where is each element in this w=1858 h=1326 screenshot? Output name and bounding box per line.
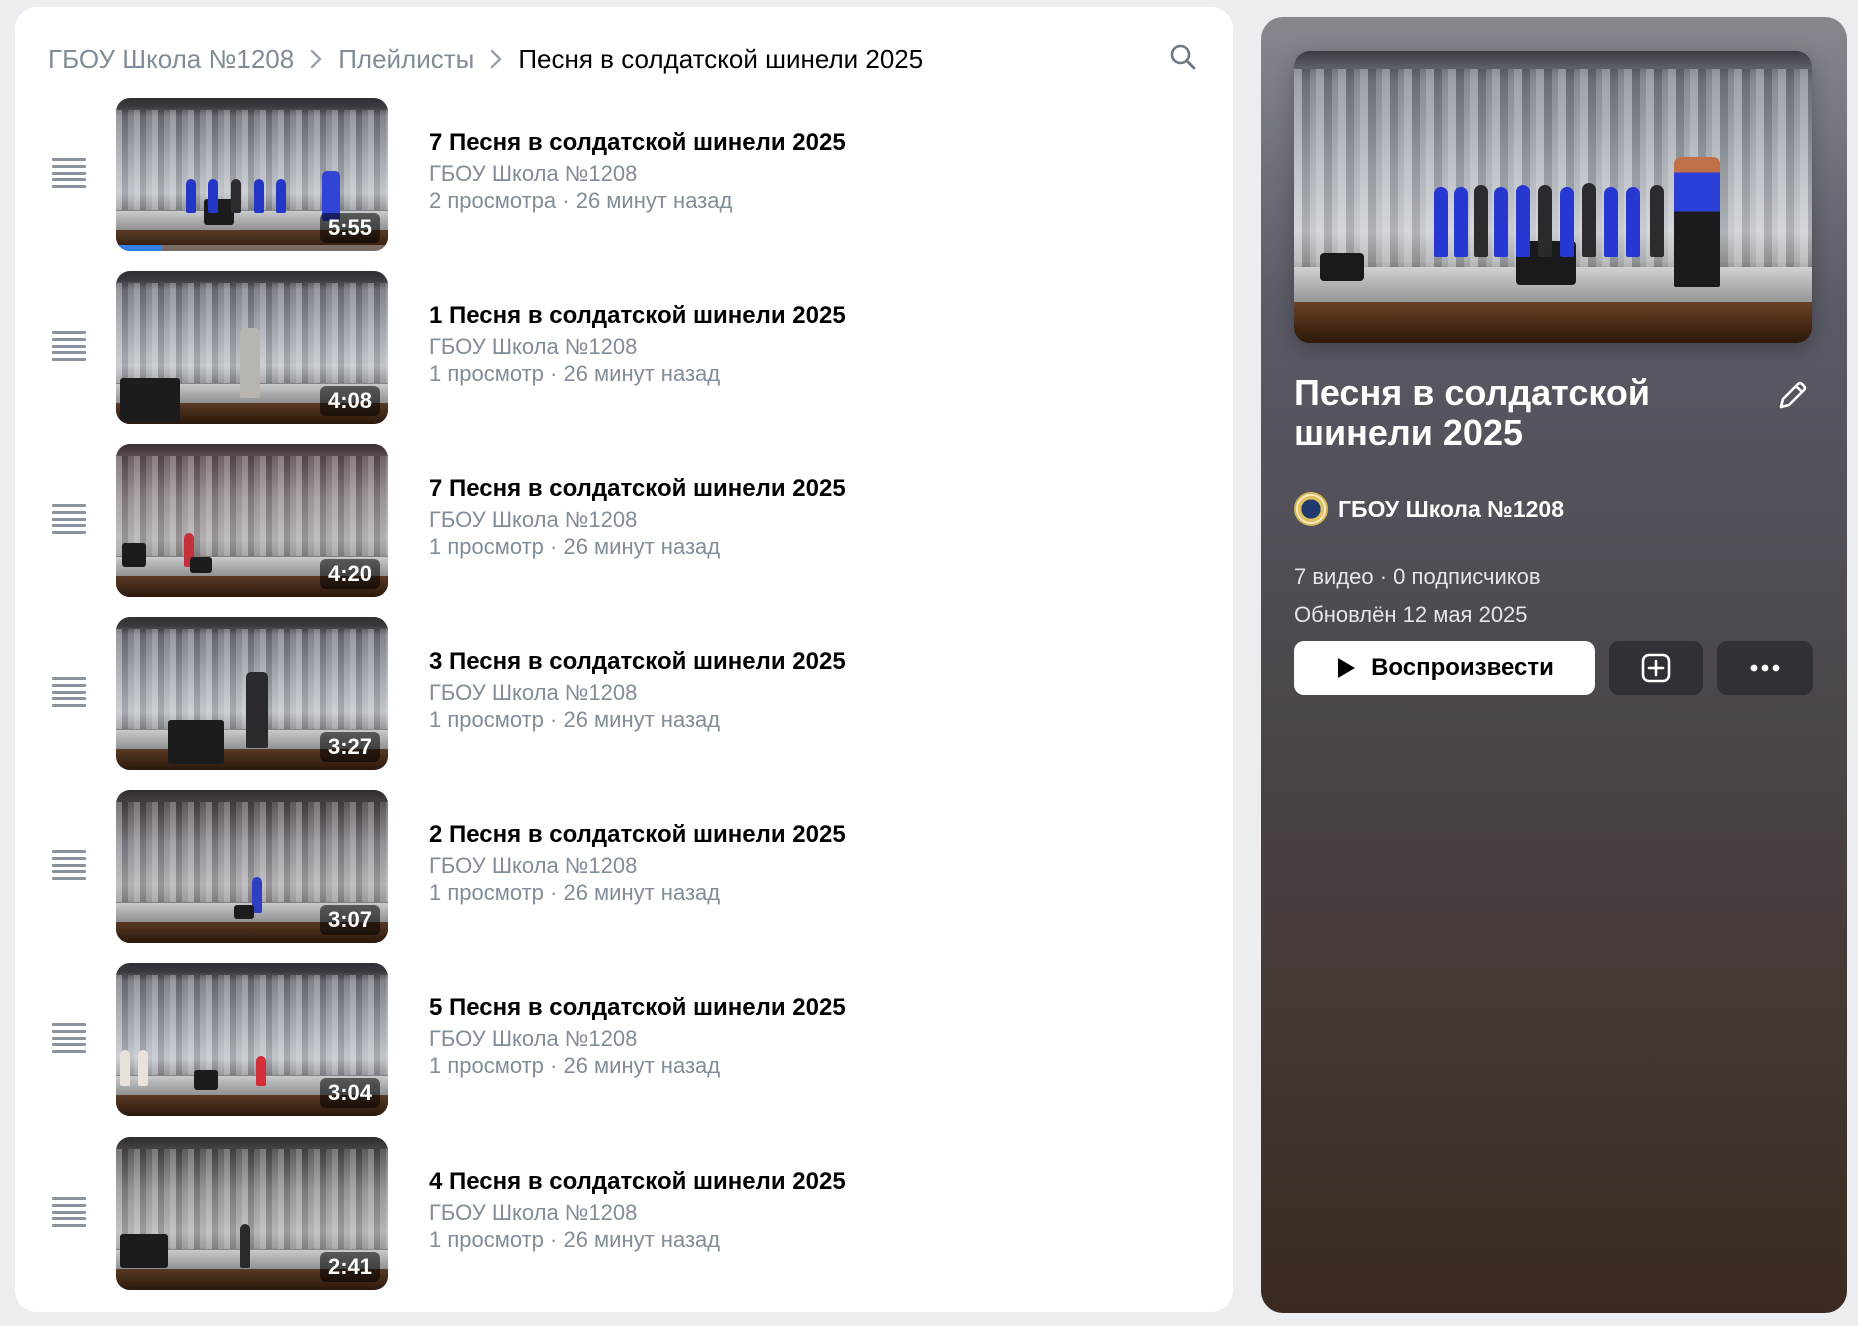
- play-button[interactable]: Воспроизвести: [1294, 641, 1595, 695]
- video-duration: 3:27: [319, 732, 380, 762]
- playlist-counts: 7 видео · 0 подписчиков: [1294, 564, 1541, 589]
- video-title[interactable]: 4 Песня в солдатской шинели 2025: [429, 1165, 846, 1199]
- playlist-owner[interactable]: ГБОУ Школа №1208: [1294, 491, 1564, 527]
- playlist-stats: 7 видео · 0 подписчиков Обновлён 12 мая …: [1294, 558, 1541, 634]
- breadcrumb-current: Песня в солдатской шинели 2025: [518, 43, 924, 74]
- video-stats: 1 просмотр · 26 минут назад: [429, 361, 721, 386]
- video-channel[interactable]: ГБОУ Школа №1208: [429, 333, 846, 361]
- drag-handle-icon[interactable]: [52, 1023, 86, 1053]
- video-title[interactable]: 3 Песня в солдатской шинели 2025: [429, 645, 846, 679]
- video-channel[interactable]: ГБОУ Школа №1208: [429, 679, 846, 707]
- add-to-library-button[interactable]: [1609, 641, 1703, 695]
- avatar: [1294, 492, 1328, 526]
- video-row[interactable]: 3:04 5 Песня в солдатской шинели 2025 ГБ…: [15, 963, 1233, 1116]
- video-title[interactable]: 7 Песня в солдатской шинели 2025: [429, 472, 846, 506]
- pencil-icon: [1779, 381, 1807, 409]
- watch-progress-bar: [116, 245, 163, 251]
- breadcrumb-channel[interactable]: ГБОУ Школа №1208: [48, 44, 294, 75]
- video-thumbnail[interactable]: 5:55: [116, 98, 388, 251]
- video-stats: 1 просмотр · 26 минут назад: [429, 534, 721, 559]
- video-thumbnail[interactable]: 4:20: [116, 444, 388, 597]
- breadcrumb: ГБОУ Школа №1208 Плейлисты Песня в солда…: [48, 41, 923, 77]
- video-channel[interactable]: ГБОУ Школа №1208: [429, 1199, 846, 1227]
- play-icon: [1338, 658, 1356, 678]
- drag-handle-icon[interactable]: [52, 331, 86, 361]
- video-title[interactable]: 2 Песня в солдатской шинели 2025: [429, 818, 846, 852]
- video-channel[interactable]: ГБОУ Школа №1208: [429, 506, 846, 534]
- video-row[interactable]: 5:55 7 Песня в солдатской шинели 2025 ГБ…: [15, 98, 1233, 251]
- playlist-title: Песня в солдатской шинели 2025: [1294, 372, 1651, 453]
- video-channel[interactable]: ГБОУ Школа №1208: [429, 160, 846, 188]
- owner-name[interactable]: ГБОУ Школа №1208: [1338, 496, 1564, 523]
- video-duration: 3:07: [319, 905, 380, 935]
- video-thumbnail[interactable]: 3:27: [116, 617, 388, 770]
- video-thumbnail[interactable]: 3:07: [116, 790, 388, 943]
- playlist-info-panel: Песня в солдатской шинели 2025 ГБОУ Школ…: [1261, 17, 1847, 1313]
- playlist-videos-panel: ГБОУ Школа №1208 Плейлисты Песня в солда…: [15, 7, 1233, 1312]
- video-row[interactable]: 2:41 4 Песня в солдатской шинели 2025 ГБ…: [15, 1137, 1233, 1290]
- video-duration: 3:04: [319, 1078, 380, 1108]
- chevron-right-icon: [294, 46, 338, 72]
- video-row[interactable]: 3:27 3 Песня в солдатской шинели 2025 ГБ…: [15, 617, 1233, 770]
- search-icon: [1170, 44, 1196, 70]
- video-title[interactable]: 5 Песня в солдатской шинели 2025: [429, 991, 846, 1025]
- add-square-icon: [1641, 653, 1671, 683]
- video-title[interactable]: 7 Песня в солдатской шинели 2025: [429, 126, 846, 160]
- search-button[interactable]: [1163, 37, 1203, 77]
- video-duration: 5:55: [319, 213, 380, 243]
- drag-handle-icon[interactable]: [52, 850, 86, 880]
- video-thumbnail[interactable]: 3:04: [116, 963, 388, 1116]
- video-duration: 2:41: [319, 1252, 380, 1282]
- drag-handle-icon[interactable]: [52, 504, 86, 534]
- playlist-cover[interactable]: [1294, 51, 1812, 343]
- breadcrumb-playlists[interactable]: Плейлисты: [338, 44, 474, 75]
- playlist-actions: Воспроизвести: [1294, 641, 1813, 695]
- video-stats: 1 просмотр · 26 минут назад: [429, 707, 721, 732]
- video-duration: 4:20: [319, 559, 380, 589]
- video-channel[interactable]: ГБОУ Школа №1208: [429, 1025, 846, 1053]
- video-row[interactable]: 4:08 1 Песня в солдатской шинели 2025 ГБ…: [15, 271, 1233, 424]
- video-stats: 1 просмотр · 26 минут назад: [429, 1053, 721, 1078]
- video-stats: 1 просмотр · 26 минут назад: [429, 1227, 721, 1252]
- play-button-label: Воспроизвести: [1371, 654, 1554, 681]
- more-horizontal-icon: [1750, 664, 1780, 672]
- drag-handle-icon[interactable]: [52, 677, 86, 707]
- chevron-right-icon: [474, 46, 518, 72]
- video-row[interactable]: 3:07 2 Песня в солдатской шинели 2025 ГБ…: [15, 790, 1233, 943]
- drag-handle-icon[interactable]: [52, 1197, 86, 1227]
- more-options-button[interactable]: [1717, 641, 1813, 695]
- playlist-updated: Обновлён 12 мая 2025: [1294, 602, 1528, 627]
- video-stats: 2 просмотра · 26 минут назад: [429, 188, 733, 213]
- video-thumbnail[interactable]: 2:41: [116, 1137, 388, 1290]
- edit-playlist-button[interactable]: [1775, 379, 1811, 415]
- video-stats: 1 просмотр · 26 минут назад: [429, 880, 721, 905]
- video-thumbnail[interactable]: 4:08: [116, 271, 388, 424]
- video-title[interactable]: 1 Песня в солдатской шинели 2025: [429, 299, 846, 333]
- video-channel[interactable]: ГБОУ Школа №1208: [429, 852, 846, 880]
- drag-handle-icon[interactable]: [52, 158, 86, 188]
- video-row[interactable]: 4:20 7 Песня в солдатской шинели 2025 ГБ…: [15, 444, 1233, 597]
- video-duration: 4:08: [319, 386, 380, 416]
